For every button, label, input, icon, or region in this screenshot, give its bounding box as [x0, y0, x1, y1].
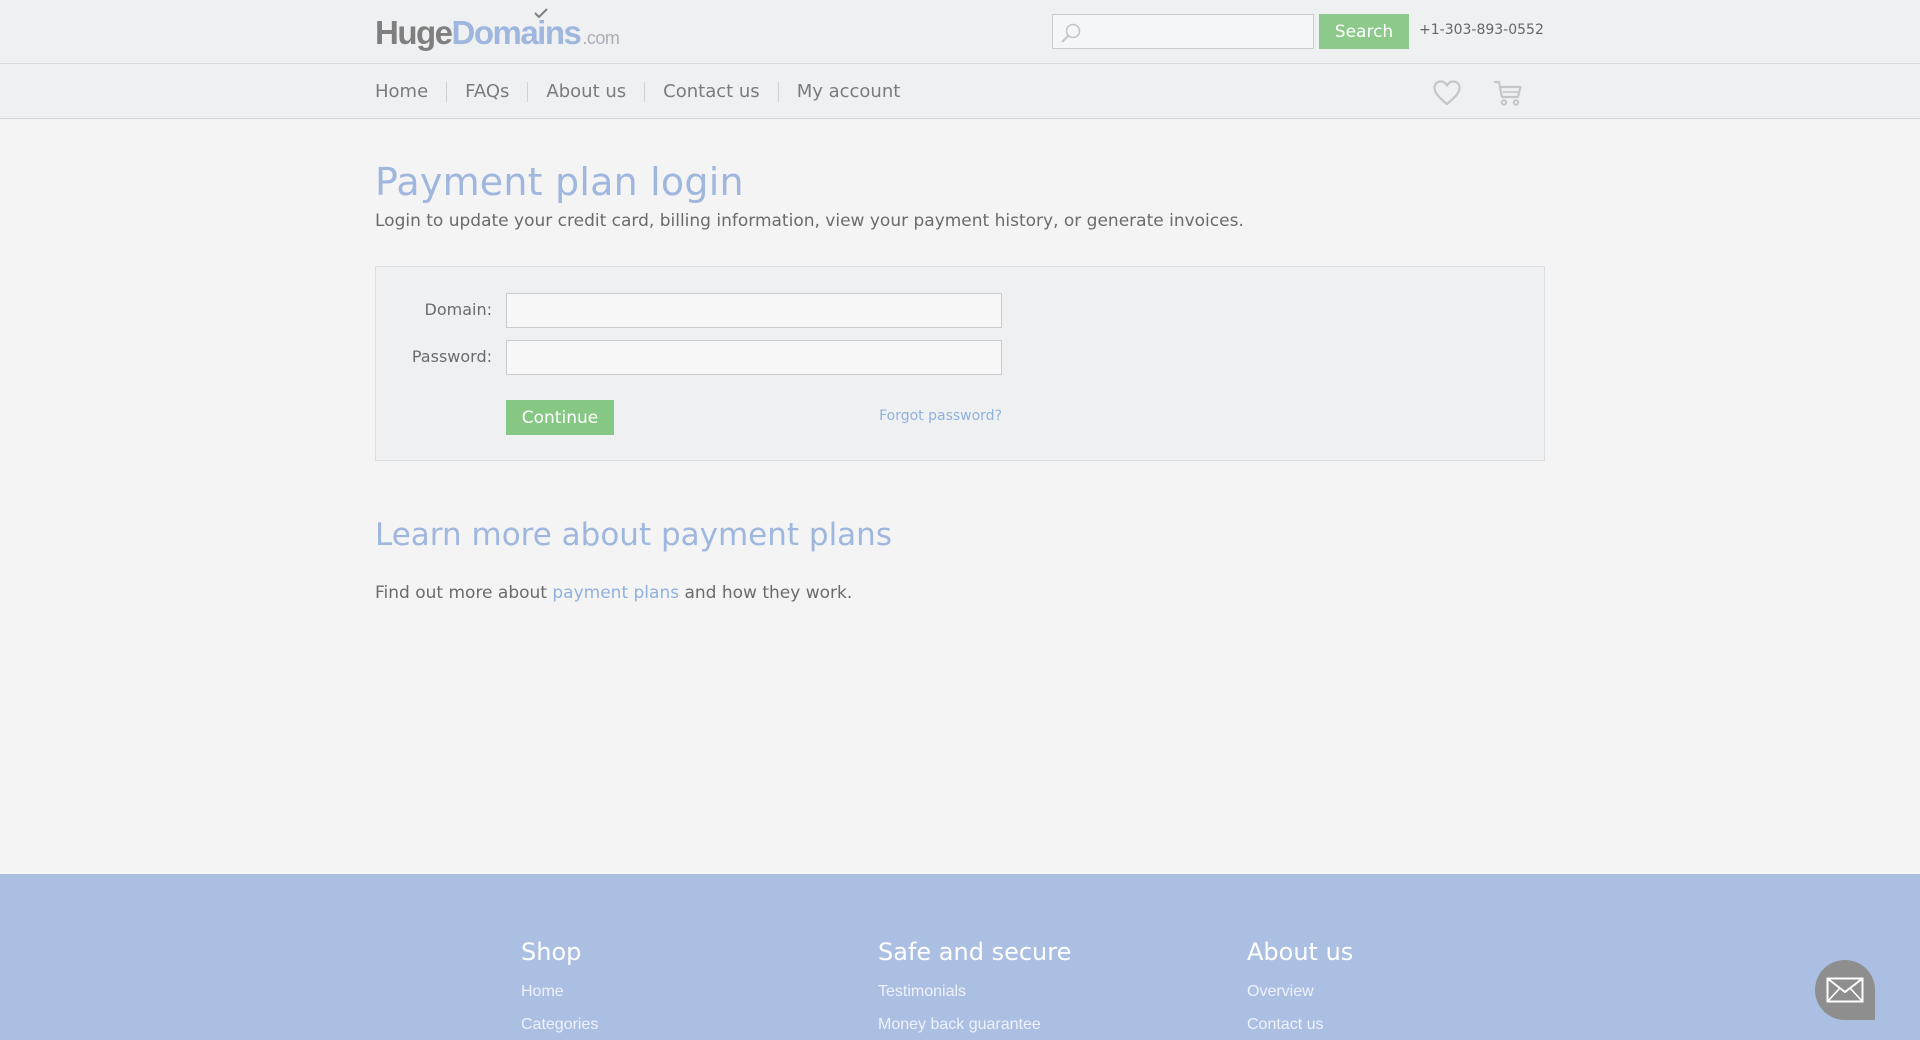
- logo-text-com: .com: [582, 28, 620, 48]
- footer-heading-safe-and-secure: Safe and secure: [878, 938, 1072, 966]
- password-label: Password:: [411, 347, 492, 366]
- logo-text-domains-label: Domains: [451, 14, 582, 51]
- contact-chat-button[interactable]: [1815, 960, 1875, 1020]
- footer-link-home[interactable]: Home: [521, 975, 598, 1008]
- footer: Shop Home Categories Safe and secure Tes…: [0, 874, 1920, 1040]
- footer-heading-shop: Shop: [521, 938, 582, 966]
- forgot-password-link[interactable]: Forgot password?: [874, 408, 1002, 424]
- learn-more-text-before: Find out more about: [375, 583, 553, 603]
- main-nav-bar: Home FAQs About us Contact us My account: [0, 64, 1920, 119]
- footer-heading-about-us: About us: [1247, 938, 1354, 966]
- search-input[interactable]: [1085, 15, 1311, 48]
- continue-button[interactable]: Continue: [506, 400, 614, 435]
- search-button[interactable]: Search: [1319, 14, 1409, 49]
- logo-text-domains: Domains: [451, 8, 582, 52]
- payment-plans-link[interactable]: payment plans: [552, 583, 679, 603]
- password-field[interactable]: [506, 340, 1002, 375]
- footer-column-shop: Shop Home Categories: [521, 938, 598, 1040]
- domain-label: Domain:: [424, 300, 492, 319]
- search-icon: [1061, 23, 1081, 43]
- learn-more-text-after: and how they work.: [679, 583, 853, 603]
- nav-item-my-account[interactable]: My account: [777, 81, 919, 102]
- search-box: [1052, 14, 1314, 49]
- footer-link-overview[interactable]: Overview: [1247, 975, 1353, 1008]
- logo-text-huge: Huge: [375, 14, 453, 51]
- learn-more-title: Learn more about payment plans: [375, 517, 892, 553]
- footer-column-about-us: About us Overview Contact us: [1247, 938, 1353, 1040]
- hugedomains-logo[interactable]: Huge Domains .com: [375, 8, 620, 52]
- envelope-icon: [1826, 977, 1864, 1003]
- phone-number: +1-303-893-0552: [1419, 22, 1544, 38]
- footer-link-money-back-guarantee[interactable]: Money back guarantee: [878, 1008, 1071, 1040]
- login-form-panel: Domain: Password: Continue Forgot passwo…: [375, 266, 1545, 461]
- page-title: Payment plan login: [375, 160, 744, 204]
- logo-check-icon: [533, 8, 548, 18]
- cart-icon[interactable]: [1494, 79, 1522, 107]
- footer-column-safe-and-secure: Safe and secure Testimonials Money back …: [878, 938, 1071, 1040]
- nav-item-faqs[interactable]: FAQs: [446, 81, 527, 102]
- heart-icon[interactable]: [1433, 80, 1461, 106]
- nav-item-home[interactable]: Home: [375, 81, 446, 102]
- footer-link-categories[interactable]: Categories: [521, 1008, 598, 1040]
- learn-more-text: Find out more about payment plans and ho…: [375, 583, 852, 603]
- page-subtitle: Login to update your credit card, billin…: [375, 211, 1244, 231]
- nav-item-about-us[interactable]: About us: [527, 81, 644, 102]
- nav-item-contact-us[interactable]: Contact us: [644, 81, 778, 102]
- footer-link-contact-us[interactable]: Contact us: [1247, 1008, 1353, 1040]
- top-header: Huge Domains .com Search +1-303-893-0552: [0, 0, 1920, 64]
- domain-field[interactable]: [506, 293, 1002, 328]
- footer-link-testimonials[interactable]: Testimonials: [878, 975, 1071, 1008]
- main-nav: Home FAQs About us Contact us My account: [375, 64, 918, 119]
